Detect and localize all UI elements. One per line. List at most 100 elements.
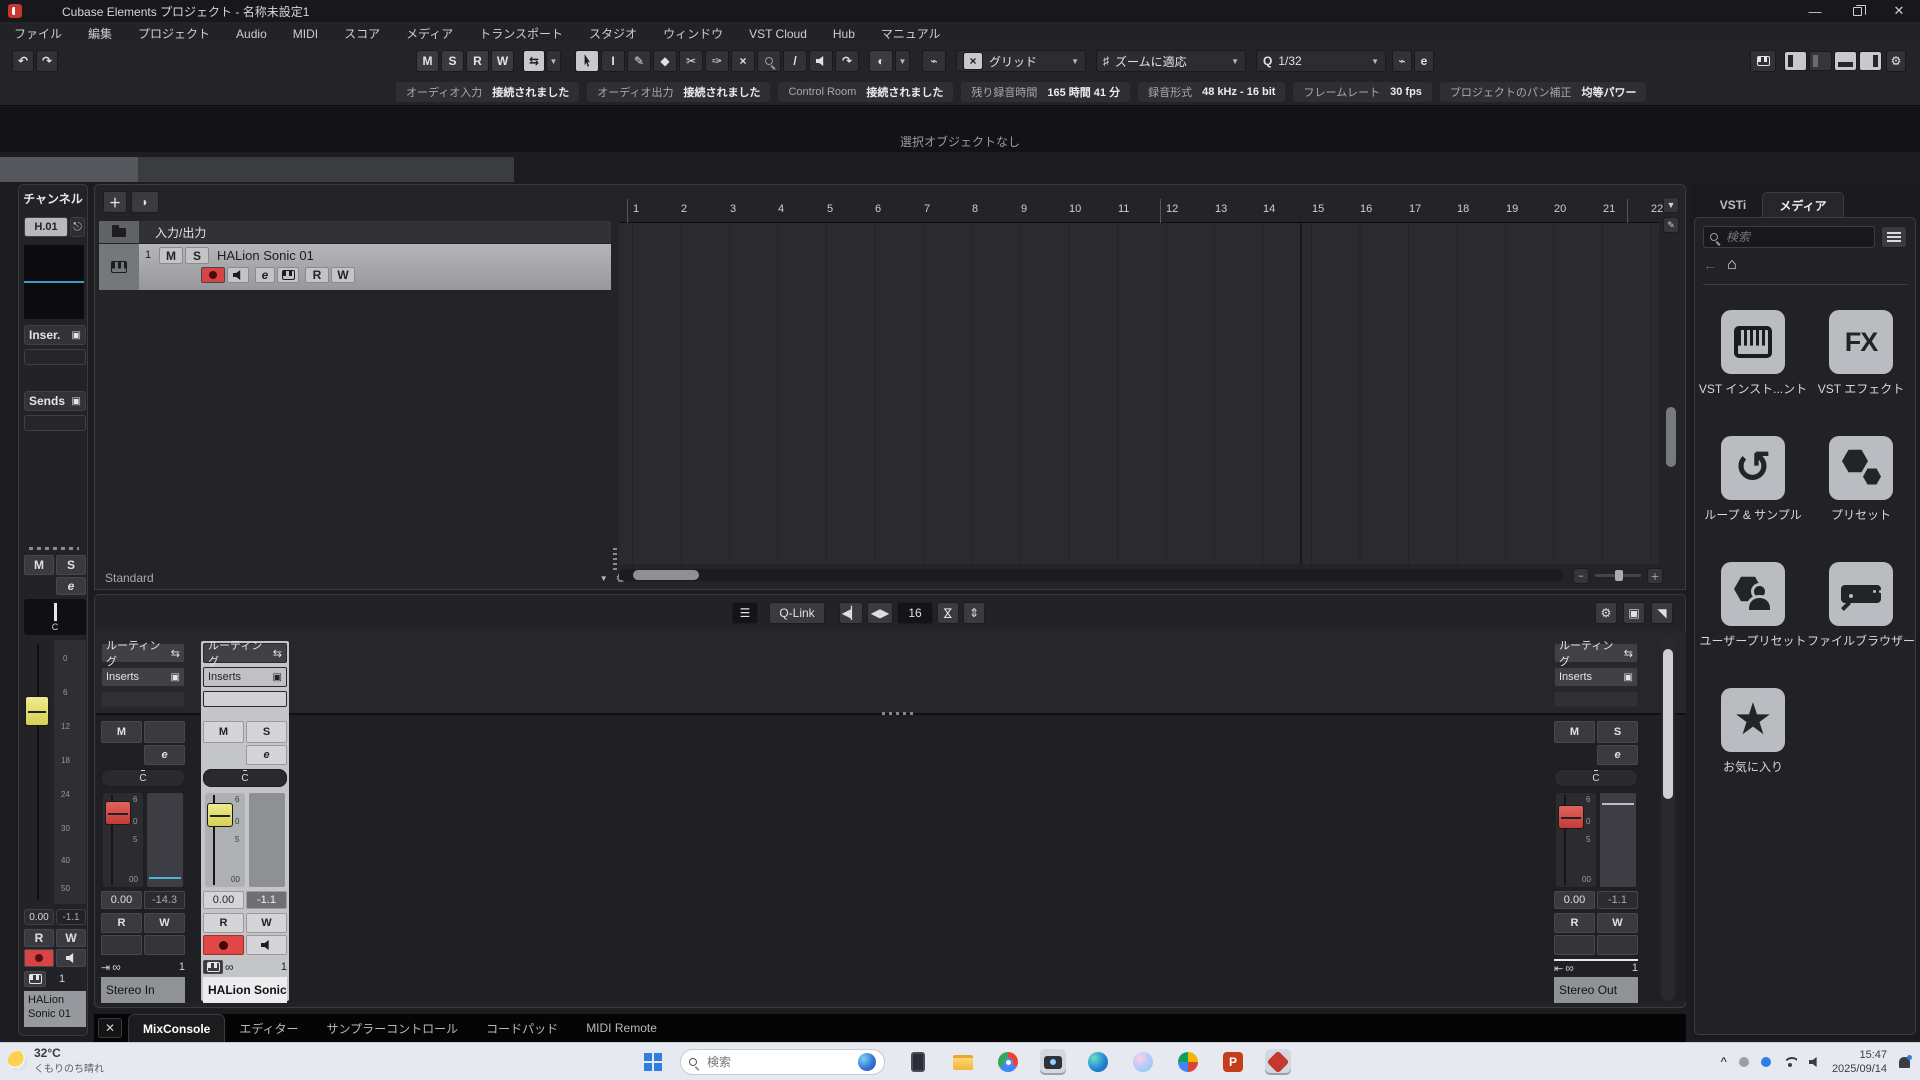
open-in-window-button[interactable]: ◥	[1651, 602, 1673, 624]
strip-mute-button[interactable]: M	[101, 721, 142, 743]
track-monitor-button[interactable]	[227, 267, 249, 283]
menu-vst-cloud[interactable]: VST Cloud	[749, 27, 807, 41]
phone-link-icon[interactable]	[905, 1049, 931, 1075]
mixer-scrollbar[interactable]	[1661, 635, 1675, 1001]
inserts-rack[interactable]: Inserts▣	[1554, 667, 1638, 687]
menu-hub[interactable]: Hub	[833, 27, 855, 41]
play-tool[interactable]	[809, 50, 833, 72]
media-tile-loops-samples[interactable]: ↺	[1721, 436, 1785, 500]
menu-project[interactable]: プロジェクト	[138, 25, 210, 42]
inspector-read-button[interactable]: R	[24, 929, 54, 947]
volume-icon[interactable]	[1809, 1057, 1820, 1068]
timeline-ruler[interactable]: 1 2 3 4 5 6 7 8 9 10 11 12 13 14 15 16 1…	[619, 197, 1659, 223]
qlink-button[interactable]: Q-Link	[769, 602, 825, 624]
zoom-palette-button[interactable]: ⇕	[963, 602, 985, 624]
strip-pan-control[interactable]: C	[1554, 769, 1638, 787]
toggle-left-zone-button[interactable]	[1784, 51, 1807, 71]
edge-icon[interactable]	[1085, 1049, 1111, 1075]
menu-audio[interactable]: Audio	[236, 27, 267, 41]
strip-solo-button[interactable]: S	[246, 721, 287, 743]
snapshot-button[interactable]: ▣	[1623, 602, 1645, 624]
results-view-button[interactable]	[1881, 226, 1907, 248]
copilot-icon[interactable]	[1130, 1049, 1156, 1075]
back-icon[interactable]: ←	[1703, 257, 1717, 273]
toggle-right-zone-button[interactable]	[1859, 51, 1882, 71]
inspector-edit-button[interactable]: e	[56, 577, 86, 595]
inserts-rack[interactable]: Inserts▣	[101, 667, 185, 687]
file-explorer-icon[interactable]	[950, 1049, 976, 1075]
object-selection-tool[interactable]	[575, 50, 599, 72]
toggle-lower-left-zone-button[interactable]	[1809, 51, 1832, 71]
media-search-input[interactable]	[1724, 229, 1844, 245]
color-tool[interactable]: ◐	[869, 50, 893, 72]
redo-button[interactable]: ↷	[36, 50, 58, 72]
menu-studio[interactable]: スタジオ	[589, 25, 637, 42]
strip-gain-value[interactable]: 0.00	[203, 891, 244, 909]
inspector-fader-cap[interactable]	[25, 696, 49, 726]
strip-gain-value[interactable]: 0.00	[101, 891, 142, 909]
inserts-bypass-icon[interactable]: ▣	[1624, 672, 1633, 683]
bank-size-value[interactable]: 16	[897, 602, 933, 624]
reset-width-button[interactable]: ◀▏	[839, 602, 863, 624]
inserts-section-header[interactable]: Inser. ▣	[24, 325, 86, 345]
snap-to-zero-button[interactable]: ⌁	[922, 50, 946, 72]
preset-dropdown-icon[interactable]: ▼	[600, 574, 608, 583]
vertical-scrollbar[interactable]: ▼ ✎	[1663, 197, 1679, 567]
visibility-preset-value[interactable]: Standard	[105, 571, 154, 585]
start-button[interactable]	[640, 1049, 666, 1075]
instrument-track-row[interactable]: 1 M S HALion Sonic 01 e R W	[99, 244, 611, 290]
ruler-options-button[interactable]: ▼	[1663, 197, 1679, 213]
taskbar-weather-widget[interactable]: 32°C くもりのち晴れ	[8, 1046, 104, 1075]
strip-fader-cap[interactable]	[207, 803, 233, 827]
channel-height-button[interactable]: ⋈	[937, 602, 959, 624]
close-button[interactable]: ✕	[1878, 0, 1920, 22]
event-display[interactable]	[619, 223, 1659, 564]
insert-slot[interactable]	[203, 691, 287, 707]
close-lower-zone-button[interactable]: ✕	[98, 1018, 122, 1038]
zoom-in-button[interactable]: ＋	[1647, 568, 1663, 584]
menu-score[interactable]: スコア	[344, 25, 380, 42]
project-cursor[interactable]	[1300, 223, 1302, 564]
channel-export-button[interactable]: ⎋	[70, 217, 85, 237]
capture-app-icon[interactable]	[1040, 1049, 1066, 1075]
toggle-lower-zone-button[interactable]	[1834, 51, 1857, 71]
mute-all-button[interactable]: M	[416, 50, 439, 72]
inserts-rack[interactable]: Inserts▣	[203, 667, 287, 687]
track-instrument-button[interactable]	[277, 267, 299, 283]
insert-slot-empty[interactable]	[24, 349, 86, 365]
menu-window[interactable]: ウィンドウ	[663, 25, 723, 42]
onscreen-keyboard-button[interactable]	[1750, 50, 1776, 72]
inserts-bypass-icon[interactable]: ▣	[72, 330, 81, 341]
notification-bell-icon[interactable]	[1899, 1057, 1910, 1068]
tray-status-icon[interactable]	[1739, 1057, 1749, 1067]
insert-slot[interactable]	[1554, 691, 1638, 707]
autoscroll-dropdown[interactable]: ▼	[546, 50, 561, 72]
channel-name[interactable]: HALion Sonic 01	[203, 977, 287, 1003]
zoom-slider-thumb[interactable]	[1615, 570, 1623, 581]
inspector-monitor-button[interactable]	[56, 949, 86, 967]
autoscroll-button[interactable]: ⇆	[523, 50, 545, 72]
browser-profile-icon[interactable]	[1175, 1049, 1201, 1075]
wifi-icon[interactable]	[1783, 1057, 1797, 1067]
media-tile-vst-instruments[interactable]	[1721, 310, 1785, 374]
strip-read-button[interactable]: R	[101, 913, 142, 933]
strip-monitor-button[interactable]	[246, 935, 287, 955]
menu-transport[interactable]: トランスポート	[479, 25, 563, 42]
strip-pan-control[interactable]: C	[101, 769, 185, 787]
grid-type-value[interactable]: ズームに適応	[1115, 53, 1187, 70]
channel-width-button[interactable]: ◀▶	[867, 602, 893, 624]
send-slot-empty[interactable]	[24, 415, 86, 431]
menu-edit[interactable]: 編集	[88, 25, 112, 42]
track-record-button[interactable]	[201, 267, 225, 283]
taskbar-clock[interactable]: 15:47 2025/09/14	[1832, 1048, 1887, 1077]
tracklist-divider-handle[interactable]	[613, 548, 617, 570]
routing-rack[interactable]: ルーティング⇆	[1554, 643, 1638, 663]
track-edit-button[interactable]: e	[255, 267, 275, 283]
tray-update-icon[interactable]	[1761, 1057, 1771, 1067]
strip-write-button[interactable]: W	[246, 913, 287, 933]
tray-chevron-icon[interactable]: ^	[1721, 1056, 1727, 1068]
strip-edit-button[interactable]: e	[246, 745, 287, 765]
tab-vsti[interactable]: VSTi	[1708, 192, 1758, 218]
routing-rack[interactable]: ルーティング⇆	[203, 643, 287, 663]
tab-mixconsole[interactable]: MixConsole	[128, 1014, 225, 1042]
